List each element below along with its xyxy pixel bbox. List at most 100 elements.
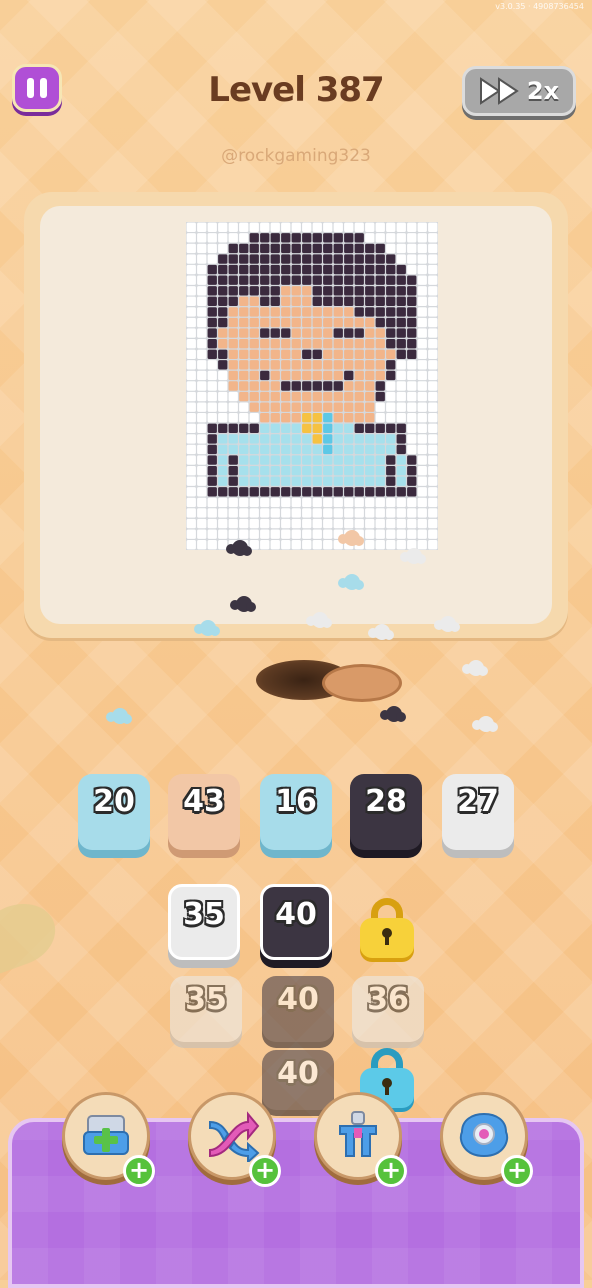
pixel-cell [354,455,364,465]
pixel-cell [207,317,217,328]
pixel-cell [218,317,228,328]
pixel-cell [260,423,270,434]
pixel-cell [270,317,280,328]
color-stack-2[interactable]: 43 [168,774,240,850]
queue-tile[interactable]: 35 [168,884,240,960]
pixel-cell [333,317,343,328]
pixel-cell [302,391,312,402]
pixel-cell [323,508,333,518]
pixel-cell [396,529,406,539]
pixel-cell [333,518,343,529]
pixel-cell [312,487,322,497]
donut-plus-icon[interactable]: + [501,1155,533,1187]
pixel-cell [291,444,301,455]
donut-booster-button[interactable]: + [440,1092,533,1187]
pixel-cell [365,338,375,349]
pixel-cell [302,296,312,307]
pixel-cell [407,233,417,243]
pixel-cell [365,264,375,275]
pixel-cell [239,307,249,317]
pixel-cell [291,413,301,423]
pixel-cell [186,264,196,275]
pixel-cell [407,497,417,508]
color-stack-3[interactable]: 16 [260,774,332,850]
pixel-cell [333,508,343,518]
pixel-cell [281,360,291,370]
pixel-cell [249,254,259,264]
pixel-cell [396,476,406,486]
pixel-cell [249,338,259,349]
color-stack-4[interactable]: 28 [350,774,422,850]
pixel-cell [281,370,291,381]
pixel-cell [312,243,322,254]
pixel-cell [365,487,375,497]
pixel-cell [239,423,249,434]
pixel-cell [407,518,417,529]
pixel-cell [239,529,249,539]
pixel-cell [396,518,406,529]
pixel-cell [281,444,291,455]
pixel-cell [239,286,249,296]
picture-canvas [40,206,552,624]
pixel-cell [323,233,333,243]
pixel-cell [291,476,301,486]
pixel-cell [407,254,417,264]
pixel-cell [417,307,427,317]
pixel-cell [260,508,270,518]
pixel-cell [302,264,312,275]
pixel-cell [207,529,217,539]
pixel-cell [375,540,385,550]
pixel-cell [323,286,333,296]
pixel-cell [207,254,217,264]
yellow-lock-icon[interactable] [360,898,414,958]
claw-plus-icon[interactable]: + [375,1155,407,1187]
pixel-cell [207,455,217,465]
pixel-cell [291,434,301,444]
pixel-cell [354,402,364,412]
pixel-cell [386,370,396,381]
pixel-cell [312,264,322,275]
pixel-cell [344,465,354,476]
pixel-cell [312,296,322,307]
pixel-cell [312,423,322,434]
pixel-cell [396,465,406,476]
pixel-cell [302,286,312,296]
pixel-cell [207,243,217,254]
add-booster-plus-icon[interactable]: + [123,1155,155,1187]
pixel-cell [375,328,385,338]
add-tray-booster-button[interactable]: + [62,1092,155,1187]
pixel-cell [197,413,207,423]
pixel-cell [228,243,238,254]
pixel-cell [260,381,270,391]
pixel-cell [375,286,385,296]
pixel-cell [207,296,217,307]
pixel-cell [375,455,385,465]
pixel-cell [323,360,333,370]
color-stack-5[interactable]: 27 [442,774,514,850]
queue-tile[interactable]: 40 [260,884,332,960]
claw-booster-button[interactable]: + [314,1092,407,1187]
pixel-cell [417,529,427,539]
pixel-cell [302,540,312,550]
pixel-cell [281,381,291,391]
pixel-cell [291,391,301,402]
color-stack-1[interactable]: 20 [78,774,150,850]
pixel-cell [375,497,385,508]
pixel-cell [386,222,396,232]
shuffle-booster-button[interactable]: + [188,1092,281,1187]
pixel-cell [396,286,406,296]
pixel-cell [344,222,354,232]
pixel-cell [375,413,385,423]
pixel-cell [302,476,312,486]
pixel-cell [333,254,343,264]
pixel-cell [312,529,322,539]
speed-toggle-button[interactable]: 2x [462,66,576,116]
pixel-cell [386,381,396,391]
pixel-cell [228,296,238,307]
pixel-cell [239,476,249,486]
pixel-cell [375,487,385,497]
pixel-cell [291,540,301,550]
pixel-cell [333,307,343,317]
shuffle-plus-icon[interactable]: + [249,1155,281,1187]
speed-label: 2x [526,77,560,105]
